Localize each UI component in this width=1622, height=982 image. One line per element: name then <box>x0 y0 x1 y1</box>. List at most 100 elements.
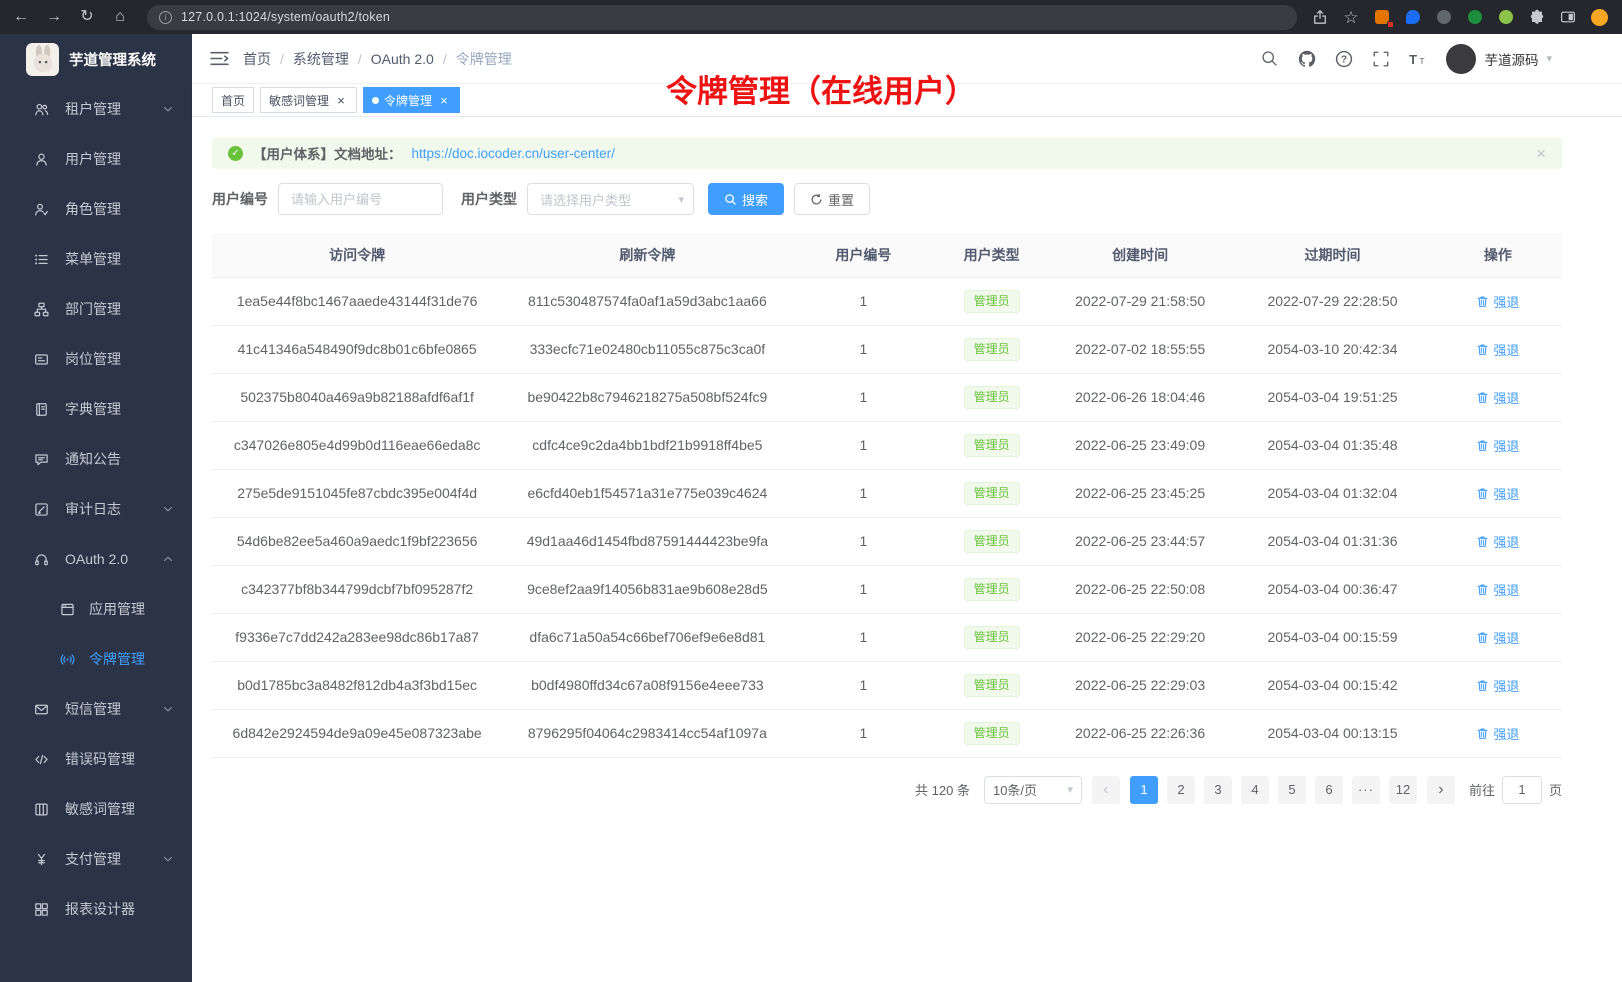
sidebar-item[interactable]: 支付管理 <box>0 834 192 884</box>
profile-avatar-icon[interactable] <box>1590 8 1608 26</box>
tab-close-icon[interactable]: × <box>437 93 451 107</box>
page-button[interactable]: 4 <box>1241 776 1269 804</box>
back-icon[interactable]: ← <box>12 8 30 26</box>
trash-icon <box>1476 487 1489 500</box>
search-icon <box>724 193 737 206</box>
page-size-select[interactable]: 10条/页 ▾ <box>984 776 1082 804</box>
drop-extension-icon[interactable] <box>1404 8 1422 26</box>
expire-time-cell: 2022-07-29 22:28:50 <box>1231 277 1434 325</box>
github-icon[interactable] <box>1298 50 1316 68</box>
notice-icon <box>34 452 49 467</box>
breadcrumb-item-home[interactable]: 首页 <box>243 49 271 69</box>
tab-split-icon[interactable] <box>1559 8 1577 26</box>
sidebar-item[interactable]: 令牌管理 <box>0 634 192 684</box>
force-logout-button[interactable]: 强退 <box>1476 436 1519 455</box>
force-logout-button[interactable]: 强退 <box>1476 292 1519 311</box>
tenant-icon <box>34 102 49 117</box>
search-button[interactable]: 搜索 <box>708 183 784 215</box>
force-logout-button[interactable]: 强退 <box>1476 340 1519 359</box>
bookmark-star-icon[interactable]: ☆ <box>1342 8 1360 26</box>
expire-time-cell: 2054-03-10 20:42:34 <box>1231 325 1434 373</box>
sidebar-item[interactable]: 错误码管理 <box>0 734 192 784</box>
user-type-badge: 管理员 <box>964 530 1020 553</box>
menu-icon <box>34 252 49 267</box>
sidebar-item[interactable]: 字典管理 <box>0 384 192 434</box>
tab-close-icon[interactable]: × <box>334 93 348 107</box>
sidebar-item-label: 租户管理 <box>65 99 146 119</box>
sidebar-item[interactable]: 敏感词管理 <box>0 784 192 834</box>
dark-extension-icon[interactable] <box>1435 8 1453 26</box>
force-logout-button[interactable]: 强退 <box>1476 580 1519 599</box>
breadcrumb-separator: / <box>443 51 447 67</box>
sidebar-item[interactable]: 通知公告 <box>0 434 192 484</box>
force-logout-button[interactable]: 强退 <box>1476 628 1519 647</box>
forward-icon[interactable]: → <box>45 8 63 26</box>
breadcrumb-item-system[interactable]: 系统管理 <box>293 49 349 69</box>
sidebar-item[interactable]: 应用管理 <box>0 584 192 634</box>
page-button[interactable]: 5 <box>1278 776 1306 804</box>
browser-right-icons: ☆ <box>1311 8 1610 26</box>
font-size-icon[interactable]: TT <box>1409 50 1427 68</box>
force-logout-button[interactable]: 强退 <box>1476 484 1519 503</box>
prev-page-button[interactable]: ‹ <box>1092 776 1120 804</box>
sidebar-item[interactable]: OAuth 2.0 <box>0 534 192 584</box>
doc-link[interactable]: https://doc.iocoder.cn/user-center/ <box>412 146 615 161</box>
sidebar-item[interactable]: 菜单管理 <box>0 234 192 284</box>
sidebar-item[interactable]: 用户管理 <box>0 134 192 184</box>
sidebar-item[interactable]: 报表设计器 <box>0 884 192 934</box>
page-button[interactable]: 12 <box>1389 776 1417 804</box>
puzzle-extensions-icon[interactable] <box>1528 8 1546 26</box>
browser-nav-buttons: ← → ↻ ⌂ <box>12 8 129 26</box>
logo-row[interactable]: 芋道管理系统 <box>0 34 192 84</box>
help-icon[interactable]: ? <box>1335 50 1353 68</box>
user-type-select[interactable]: 请选择用户类型 ▾ <box>527 183 694 215</box>
page-button[interactable]: 6 <box>1315 776 1343 804</box>
breadcrumb: 首页 / 系统管理 / OAuth 2.0 / 令牌管理 <box>243 49 512 69</box>
user-id-cell: 1 <box>793 613 935 661</box>
fullscreen-icon[interactable] <box>1372 50 1390 68</box>
sidebar-item[interactable]: 短信管理 <box>0 684 192 734</box>
share-icon[interactable] <box>1311 8 1329 26</box>
extensions-badge-icon[interactable] <box>1373 8 1391 26</box>
force-logout-button[interactable]: 强退 <box>1476 724 1519 743</box>
user-menu[interactable]: 芋道源码 ▾ <box>1446 44 1552 74</box>
menu-collapse-icon[interactable] <box>210 50 229 67</box>
sidebar-item[interactable]: 岗位管理 <box>0 334 192 384</box>
search-icon[interactable] <box>1261 50 1279 68</box>
refresh-icon <box>810 193 823 206</box>
tab-item[interactable]: 敏感词管理× <box>260 87 357 113</box>
reset-button[interactable]: 重置 <box>794 183 870 215</box>
site-info-icon[interactable]: i <box>159 11 172 24</box>
address-bar[interactable]: i 127.0.0.1:1024/system/oauth2/token <box>147 5 1297 30</box>
force-logout-button[interactable]: 强退 <box>1476 676 1519 695</box>
goto-page-input[interactable] <box>1502 776 1542 804</box>
expire-time-cell: 2054-03-04 01:31:36 <box>1231 517 1434 565</box>
next-page-button[interactable]: › <box>1427 776 1455 804</box>
url-text: 127.0.0.1:1024/system/oauth2/token <box>181 10 390 24</box>
reload-icon[interactable]: ↻ <box>78 8 96 26</box>
pager-more-button[interactable]: ··· <box>1352 776 1380 804</box>
sidebar-item[interactable]: 租户管理 <box>0 84 192 134</box>
sidebar-item[interactable]: 角色管理 <box>0 184 192 234</box>
home-icon[interactable]: ⌂ <box>111 8 129 26</box>
force-logout-label: 强退 <box>1493 340 1519 359</box>
page-button[interactable]: 3 <box>1204 776 1232 804</box>
sidebar-item[interactable]: 部门管理 <box>0 284 192 334</box>
sidebar-item[interactable]: 审计日志 <box>0 484 192 534</box>
active-tab-dot <box>372 97 379 104</box>
sidebar-item-label: 角色管理 <box>65 199 174 219</box>
breadcrumb-item-oauth[interactable]: OAuth 2.0 <box>371 51 434 67</box>
table-header-row: 访问令牌 刷新令牌 用户编号 用户类型 创建时间 过期时间 操作 <box>212 233 1562 277</box>
alert-close-icon[interactable]: × <box>1536 145 1546 162</box>
page-button[interactable]: 2 <box>1167 776 1195 804</box>
page-button[interactable]: 1 <box>1130 776 1158 804</box>
force-logout-button[interactable]: 强退 <box>1476 388 1519 407</box>
tab-item[interactable]: 首页 <box>212 87 254 113</box>
android-extension-icon[interactable] <box>1497 8 1515 26</box>
green-extension-icon[interactable] <box>1466 8 1484 26</box>
user-id-cell: 1 <box>793 421 935 469</box>
tab-item[interactable]: 令牌管理× <box>363 87 460 113</box>
user-id-input[interactable] <box>278 183 443 215</box>
force-logout-button[interactable]: 强退 <box>1476 532 1519 551</box>
user-type-badge: 管理员 <box>964 578 1020 601</box>
